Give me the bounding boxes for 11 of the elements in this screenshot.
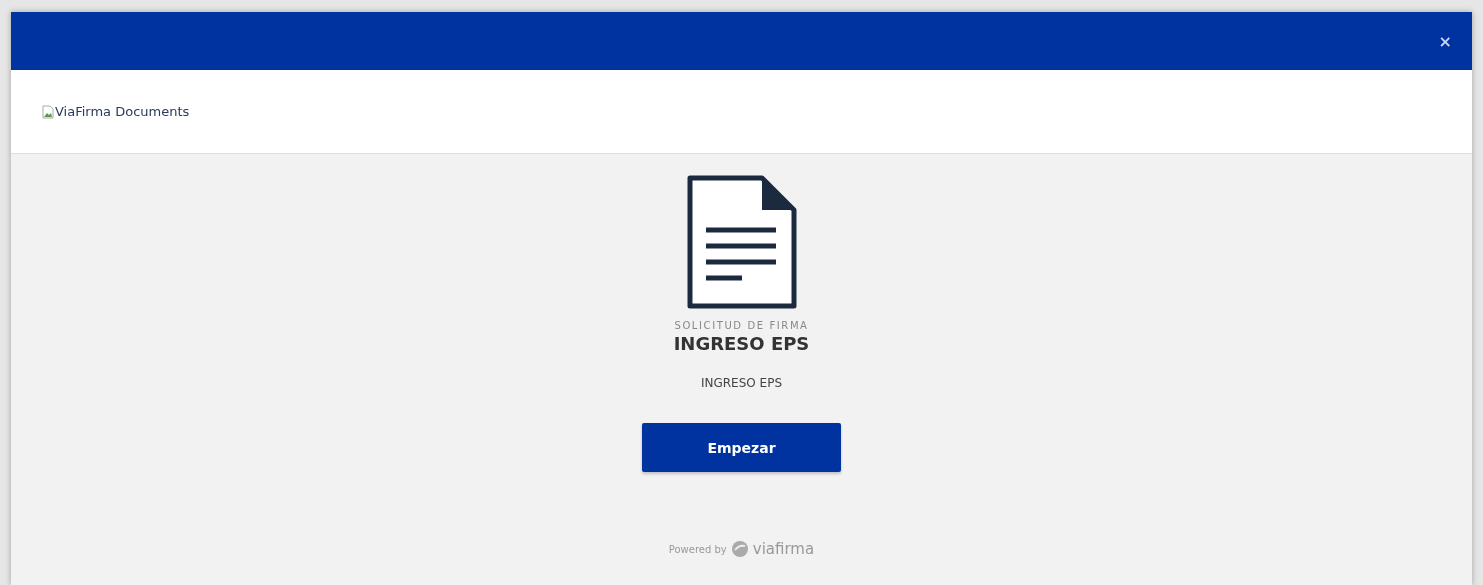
brand-logo-icon: [730, 540, 749, 558]
request-kind-label: SOLICITUD DE FIRMA: [674, 320, 809, 331]
brand-name: viafirma: [752, 540, 815, 558]
request-title: INGRESO EPS: [673, 333, 810, 354]
close-button[interactable]: ×: [1434, 31, 1456, 51]
start-button[interactable]: Empezar: [642, 423, 841, 472]
broken-image-icon: [42, 104, 54, 119]
logo-alt-text: ViaFirma Documents: [55, 104, 190, 119]
powered-by-text: Powered by: [668, 543, 727, 555]
request-description: INGRESO EPS: [700, 376, 782, 390]
document-icon: [685, 174, 798, 310]
